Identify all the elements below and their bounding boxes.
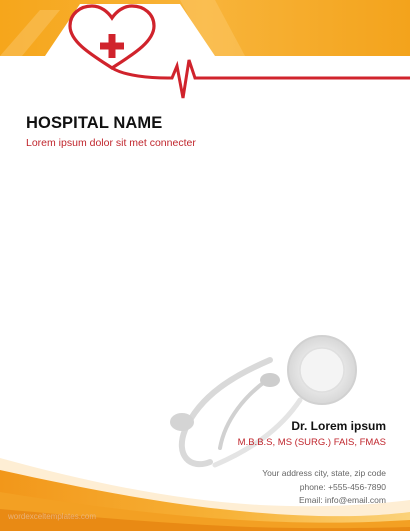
hospital-name: HOSPITAL NAME — [26, 114, 163, 132]
email-line: Email: info@email.com — [298, 495, 386, 505]
phone-line: phone: +555-456-7890 — [299, 481, 386, 492]
doctor-name: Dr. Lorem ipsum — [291, 419, 386, 433]
contact-block: Your address city, state, zip code phone… — [262, 467, 386, 508]
top-banner — [0, 0, 410, 531]
doctor-degrees: M.B.B.S, MS (SURG.) FAIS, FMAS — [237, 437, 386, 448]
tagline: Lorem ipsum dolor sit met connecter — [26, 137, 196, 149]
watermark: wordexceltemplates.com — [8, 512, 97, 521]
address-line: Your address city, state, zip code — [262, 468, 386, 478]
letterhead-page: HOSPITAL NAME Lorem ipsum dolor sit met … — [0, 0, 410, 531]
